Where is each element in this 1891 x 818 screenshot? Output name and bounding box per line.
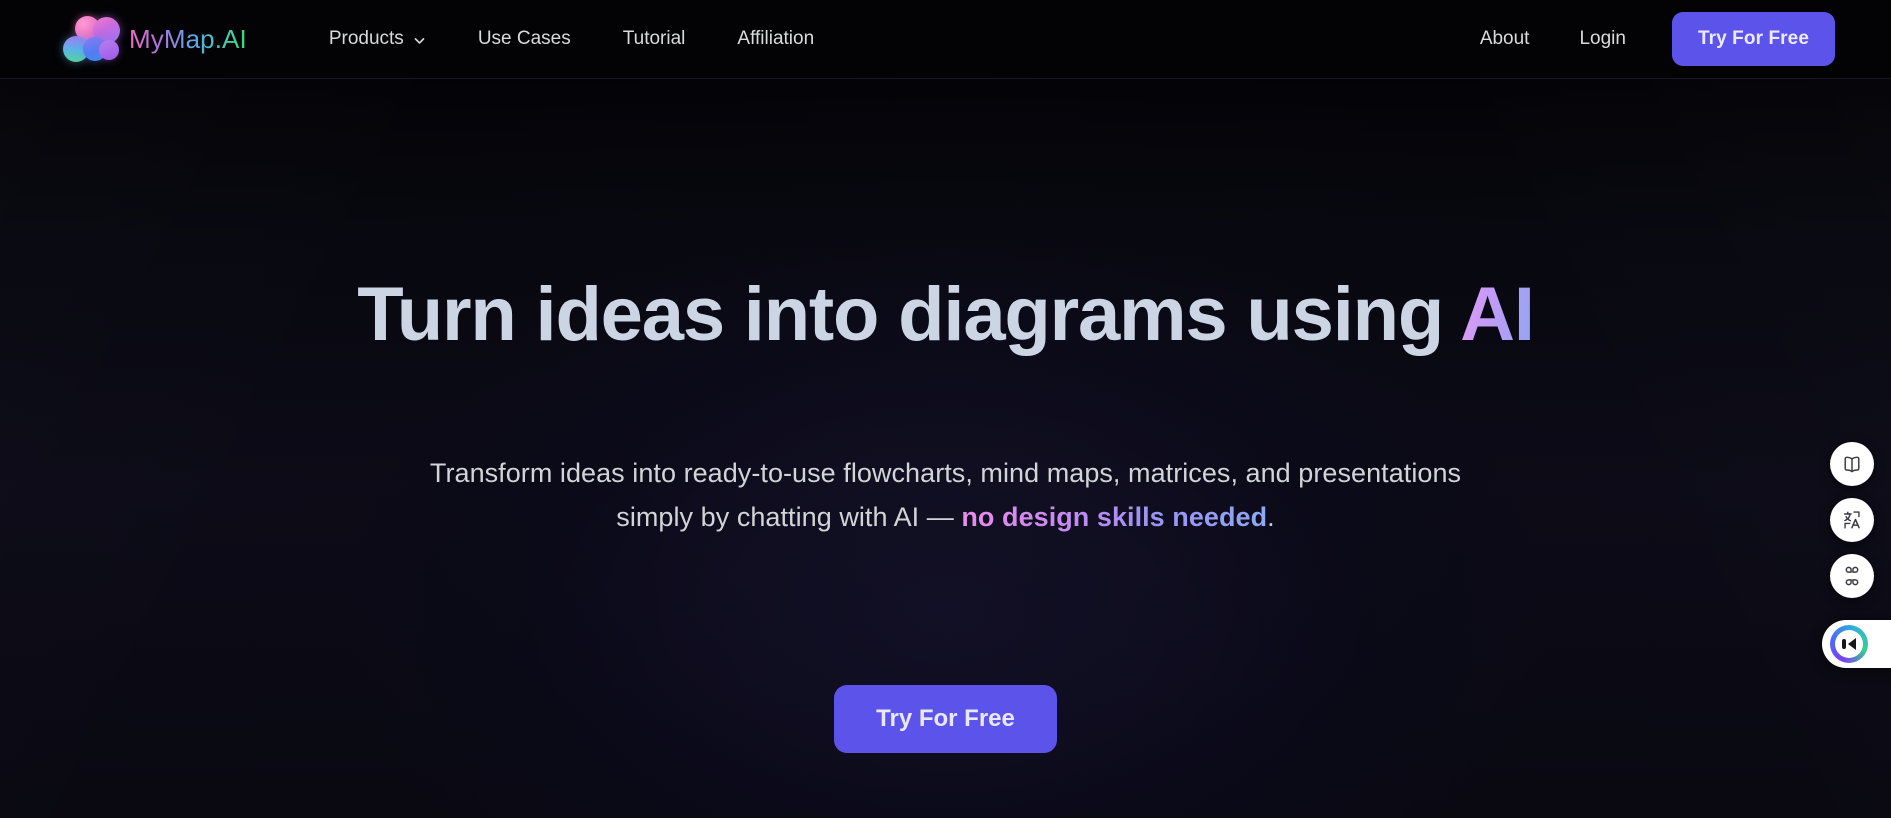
page-root: MyMap.AI Products Use Cases Tutorial Aff…	[0, 0, 1891, 818]
chat-assistant-icon	[1830, 625, 1868, 663]
hero-try-for-free-button[interactable]: Try For Free	[834, 684, 1057, 753]
nav-item-login[interactable]: Login	[1555, 20, 1650, 58]
floating-side-dock	[1822, 442, 1891, 668]
hero-subheadline-tail: .	[1267, 501, 1275, 532]
nav-item-products[interactable]: Products	[303, 20, 452, 58]
secondary-nav-links: About Login Try For Free	[1456, 12, 1835, 66]
apps-grid-icon	[1841, 565, 1863, 587]
docs-button[interactable]	[1830, 442, 1874, 486]
mymap-blob-cluster-icon	[62, 15, 120, 63]
nav-item-about[interactable]: About	[1456, 20, 1554, 58]
primary-nav-links: Products Use Cases Tutorial Affiliation	[303, 20, 840, 58]
chat-widget[interactable]	[1822, 620, 1891, 668]
brand-logo-link[interactable]: MyMap.AI	[62, 15, 247, 63]
nav-item-products-label: Products	[328, 28, 404, 49]
hero-subheadline-line2-plain: simply by chatting with AI —	[616, 501, 962, 532]
top-navigation-bar: MyMap.AI Products Use Cases Tutorial Aff…	[0, 0, 1891, 79]
apps-button[interactable]	[1830, 554, 1874, 598]
nav-item-tutorial[interactable]: Tutorial	[597, 20, 712, 58]
hero-headline: Turn ideas into diagrams using AI	[357, 272, 1535, 357]
brand-name: MyMap.AI	[129, 23, 247, 54]
nav-try-for-free-button[interactable]: Try For Free	[1671, 12, 1835, 66]
nav-item-tutorial-label: Tutorial	[622, 28, 686, 49]
hero-subheadline: Transform ideas into ready-to-use flowch…	[430, 451, 1461, 539]
nav-item-about-label: About	[1479, 28, 1530, 49]
hero-subheadline-accent: no design skills needed	[961, 501, 1268, 532]
language-button[interactable]	[1830, 498, 1874, 542]
hero-section: Turn ideas into diagrams using AI Transf…	[0, 79, 1891, 818]
nav-item-affiliation-label: Affiliation	[737, 28, 815, 49]
translate-icon	[1841, 509, 1863, 531]
hero-subheadline-line1: Transform ideas into ready-to-use flowch…	[429, 457, 1462, 488]
hero-headline-accent: AI	[1460, 272, 1535, 357]
chevron-down-icon	[413, 34, 426, 47]
hero-headline-plain: Turn ideas into diagrams using	[357, 272, 1461, 357]
book-open-icon	[1841, 453, 1863, 475]
nav-item-login-label: Login	[1579, 28, 1626, 49]
nav-item-use-cases-label: Use Cases	[477, 28, 571, 49]
nav-item-use-cases[interactable]: Use Cases	[452, 20, 597, 58]
nav-item-affiliation[interactable]: Affiliation	[711, 20, 840, 58]
